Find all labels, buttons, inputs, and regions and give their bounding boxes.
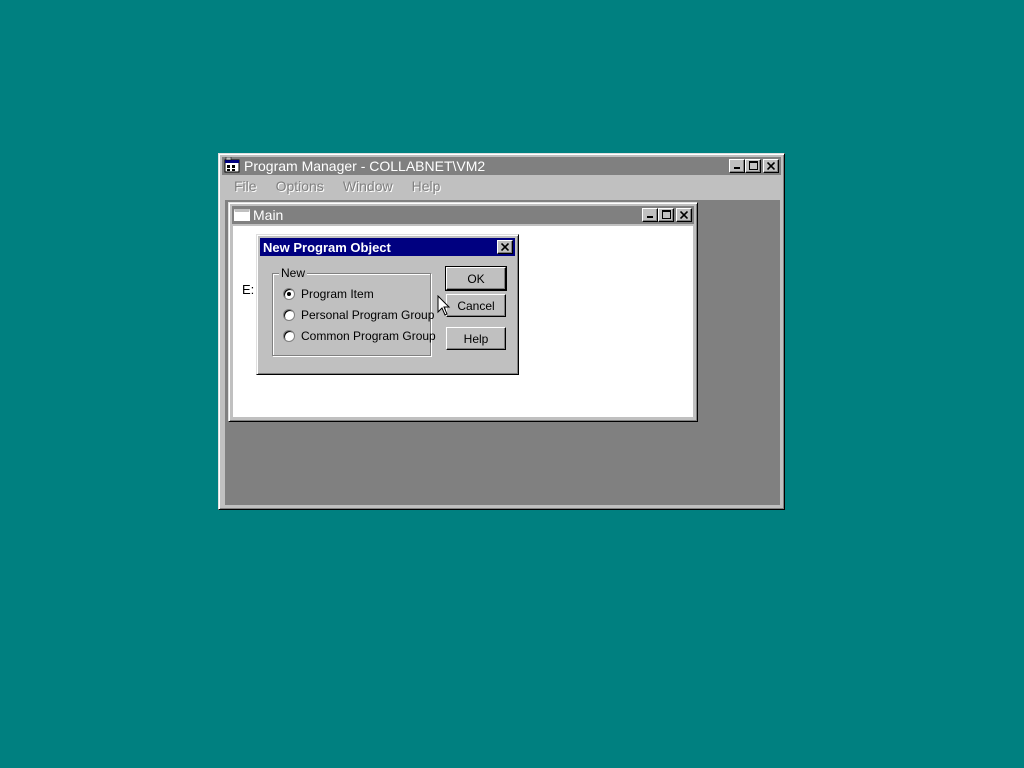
option-label: Personal Program Group <box>301 308 435 322</box>
option-program-item[interactable]: Program Item <box>283 287 374 301</box>
main-title: Main <box>253 207 284 223</box>
option-personal-program-group[interactable]: Personal Program Group <box>283 308 434 322</box>
main-close-button[interactable] <box>676 208 692 222</box>
radio-selected-dot <box>287 292 291 296</box>
maximize-button[interactable] <box>745 159 761 173</box>
main-minimize-button[interactable] <box>642 208 658 222</box>
minimize-button[interactable] <box>729 159 745 173</box>
option-common-program-group[interactable]: Common Program Group <box>283 329 436 343</box>
minimize-icon <box>733 159 741 173</box>
close-icon <box>500 240 510 254</box>
main-window-icon[interactable] <box>234 209 250 221</box>
help-button[interactable]: Help <box>446 327 506 350</box>
close-icon <box>679 208 689 222</box>
new-program-object-dialog: New Program Object New Program Item Pers… <box>256 234 519 375</box>
cancel-button[interactable]: Cancel <box>446 294 506 317</box>
menubar: File Options Window Help <box>222 176 781 195</box>
menu-window[interactable]: Window <box>332 178 401 194</box>
mouse-cursor-icon <box>437 294 451 320</box>
ok-button[interactable]: OK <box>445 266 507 291</box>
option-label: Program Item <box>301 287 374 301</box>
new-groupbox: New Program Item Personal Program Group … <box>272 266 436 356</box>
main-maximize-button[interactable] <box>658 208 674 222</box>
close-icon <box>766 159 776 173</box>
menu-options[interactable]: Options <box>265 178 332 194</box>
maximize-icon <box>661 208 671 222</box>
option-label: Common Program Group <box>301 329 436 343</box>
groupbox-label: New <box>279 266 308 280</box>
program-item-label[interactable]: E: <box>242 282 254 297</box>
program-manager-titlebar[interactable]: Program Manager - COLLABNET\VM2 <box>222 156 781 176</box>
menu-help[interactable]: Help <box>401 178 449 194</box>
dialog-close-button[interactable] <box>497 240 513 254</box>
radio-button[interactable] <box>283 309 295 321</box>
maximize-icon <box>748 159 758 173</box>
minimize-icon <box>646 208 654 222</box>
main-titlebar[interactable]: Main <box>232 206 694 224</box>
menu-file[interactable]: File <box>222 178 265 194</box>
radio-button[interactable] <box>283 330 295 342</box>
radio-button[interactable] <box>283 288 295 300</box>
dialog-titlebar[interactable]: New Program Object <box>260 238 515 256</box>
progman-icon[interactable] <box>224 156 241 176</box>
dialog-title: New Program Object <box>263 239 391 255</box>
close-button[interactable] <box>763 159 779 173</box>
program-manager-title: Program Manager - COLLABNET\VM2 <box>244 158 486 174</box>
